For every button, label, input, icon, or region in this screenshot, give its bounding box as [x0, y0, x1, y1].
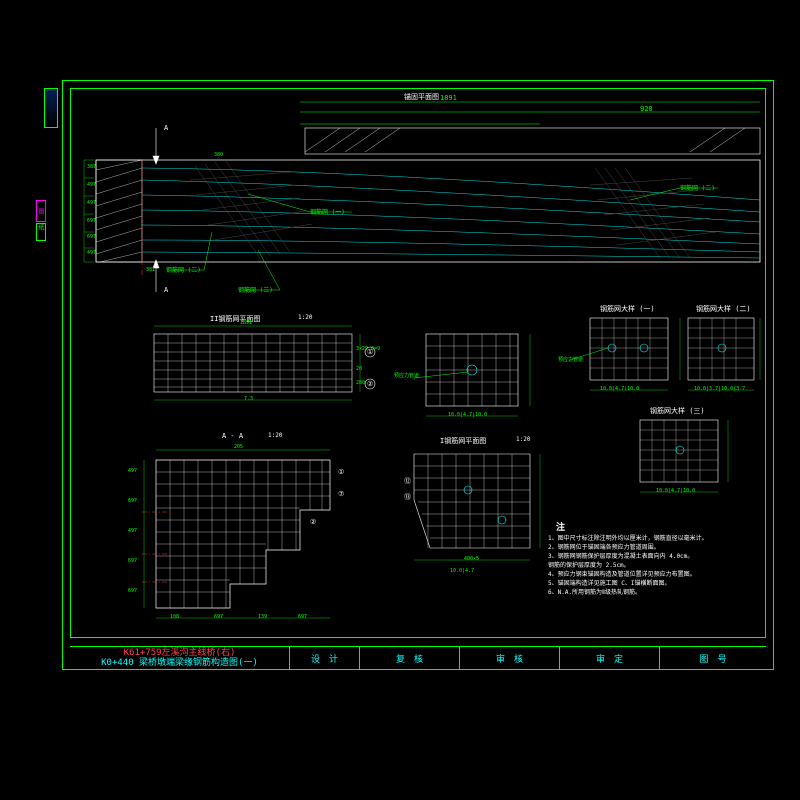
- aa-v4: 697: [128, 558, 137, 564]
- enlarge2-dims: 10.0|4.7|10.0: [600, 386, 639, 392]
- aa-r7: ⑦: [338, 490, 344, 498]
- circ-1: ①: [367, 348, 373, 356]
- dim-v2: 497: [87, 182, 96, 188]
- tb-check: 复 核: [360, 647, 460, 670]
- dim-v3: 497: [87, 200, 96, 206]
- section-II-scale: 1:20: [298, 314, 312, 321]
- aa-v1: 497: [128, 468, 137, 474]
- tb-name-bot: K0+440 梁桥墩端梁缘钢筋构造图(一): [101, 659, 258, 669]
- section-AA-scale: 1:20: [268, 432, 282, 439]
- section-II-hd3: 280: [356, 380, 365, 386]
- margin-block: [44, 88, 58, 128]
- tb-review: 审 核: [460, 647, 560, 670]
- note-6: 6、N.A.所用钢筋为Ⅱ级热轧钢筋。: [548, 588, 758, 597]
- side-tag-1: 图: [36, 200, 46, 222]
- aa-r2: ②: [310, 518, 316, 526]
- aa-v5: 697: [128, 588, 137, 594]
- section-II-bot: 7.3: [244, 396, 253, 402]
- tb-approve: 审 定: [560, 647, 660, 670]
- aa-r1: ①: [338, 468, 344, 476]
- note-3: 3、钢筋网钢筋保护层厚度为混凝土表面向内 4.0cm。: [548, 552, 758, 561]
- mesh-label-3: 钢筋网 (三): [238, 285, 273, 294]
- aa-v3: 497: [128, 528, 137, 534]
- section-II-w: 1891: [240, 320, 252, 326]
- mesh-label-1: 钢筋网 (一): [310, 207, 345, 216]
- note-1: 1、图中尺寸标注除注明外均以厘米计，钢筋直径以毫米计。: [548, 534, 758, 543]
- title-block: K61+759左溪沟主线桥(右) K0+440 梁桥墩端梁缘钢筋构造图(一) 设…: [70, 646, 766, 670]
- note-2: 2、钢筋网位于锚固端各预应力管道周围。: [548, 543, 758, 552]
- dim-v6: 497: [87, 250, 96, 256]
- enlarge2-title: 钢筋网大样 (一): [600, 304, 655, 314]
- enlarge1-dims: 10.0|4.7|10.0: [448, 412, 487, 418]
- dim-h1: 381: [146, 267, 155, 273]
- plan-title: 锚固平面图: [404, 92, 439, 102]
- aa-h2: 697: [214, 614, 223, 620]
- mesh-label-4: 钢筋网 (二): [680, 183, 715, 192]
- dim-v1: 387: [87, 164, 96, 170]
- aa-h3: 139: [258, 614, 267, 620]
- detail-I-dims: 400×5: [464, 556, 479, 562]
- arrow-a-bot: A: [164, 286, 168, 294]
- detail-I-scale: 1:20: [516, 436, 530, 443]
- tb-dwg: 图 号: [660, 647, 766, 670]
- arrow-a-top: A: [164, 124, 168, 132]
- enlarge3-title: 钢筋网大样 (二): [696, 304, 751, 314]
- enlarge2-label: 预应力管道: [558, 356, 583, 363]
- note-3b: 钢筋的保护层厚度为 2.5cm。: [548, 561, 758, 570]
- dim-total: 380: [214, 152, 223, 158]
- aa-h4: 697: [298, 614, 307, 620]
- section-II-title: II钢筋网平面图: [210, 314, 260, 324]
- dim-v5: 697: [87, 234, 96, 240]
- cad-canvas: 图 纸 1891 920: [0, 0, 800, 800]
- tb-name: K61+759左溪沟主线桥(右) K0+440 梁桥墩端梁缘钢筋构造图(一): [70, 647, 290, 670]
- circ-2: ②: [367, 380, 373, 388]
- mesh-label-2: 钢筋网 (二): [166, 265, 201, 274]
- enlarge3-dims: 10.0|3.7|10.0|3.7: [694, 386, 745, 392]
- detail-I-bot: 10.0|4.7: [450, 568, 474, 574]
- notes-list: 1、图中尺寸标注除注明外均以厘米计，钢筋直径以毫米计。 2、钢筋网位于锚固端各预…: [548, 534, 758, 597]
- detail-I-r12: ⑫: [404, 476, 411, 486]
- section-AA-title: A - A: [222, 432, 243, 440]
- detail-I-r13: ⑬: [404, 492, 411, 502]
- enlarge1-label: 预应力管道: [394, 372, 419, 379]
- aa-w: 205: [234, 444, 243, 450]
- tb-design: 设 计: [290, 647, 360, 670]
- aa-h1: 108: [170, 614, 179, 620]
- enlarge4-dims: 10.0|4.7|10.0: [656, 488, 695, 494]
- enlarge4-title: 钢筋网大样 (三): [650, 406, 705, 416]
- dim-v4: 697: [87, 218, 96, 224]
- notes-heading: 注: [556, 520, 565, 533]
- detail-I-title: I钢筋网平面图: [440, 436, 486, 446]
- side-tag-2: 纸: [36, 223, 46, 241]
- aa-v2: 697: [128, 498, 137, 504]
- note-4: 4、预应力钢束锚固构造及管道位置详见预应力布置图。: [548, 570, 758, 579]
- section-II-hd2: 20: [356, 366, 362, 372]
- note-5: 5、锚固端构造详见施工图 C、I锚横断面图。: [548, 579, 758, 588]
